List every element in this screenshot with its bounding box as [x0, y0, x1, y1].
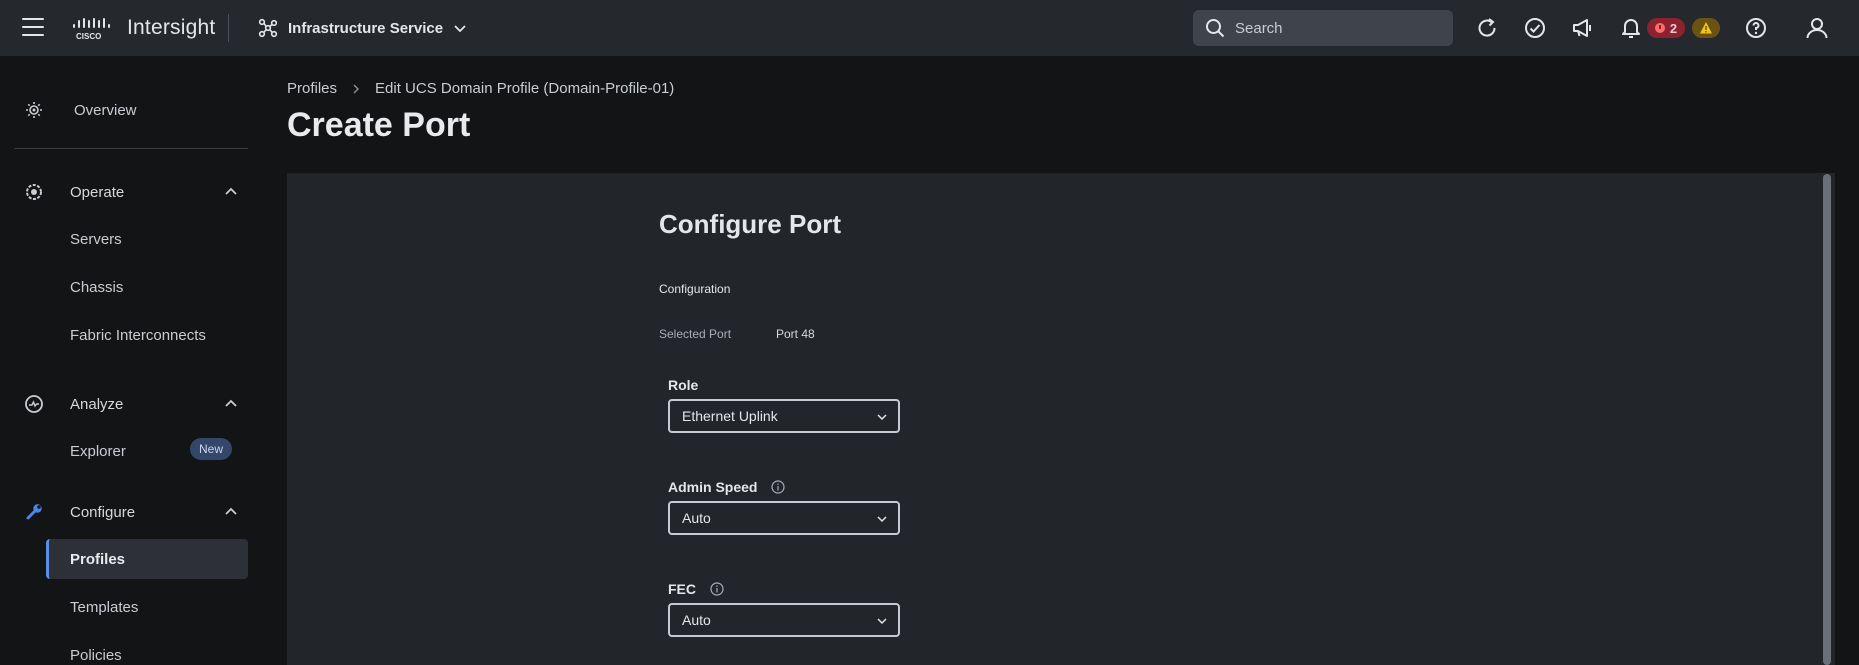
search-input[interactable]: [1235, 10, 1435, 46]
info-icon[interactable]: [771, 480, 786, 494]
top-bar: CISCO Intersight Infrastructure Service: [0, 0, 1859, 56]
sidebar-item-servers[interactable]: Servers: [46, 219, 248, 259]
critical-alarms-badge[interactable]: 2: [1647, 18, 1685, 38]
search-box[interactable]: [1193, 10, 1453, 46]
svg-text:CISCO: CISCO: [76, 32, 101, 40]
scrollbar-thumb[interactable]: [1823, 174, 1831, 665]
operate-icon: [26, 184, 42, 200]
megaphone-icon[interactable]: [1571, 16, 1595, 40]
breadcrumb-edit-domain-profile[interactable]: Edit UCS Domain Profile (Domain-Profile-…: [375, 80, 674, 97]
scrollbar[interactable]: [1823, 174, 1831, 665]
fec-label: FEC: [668, 581, 724, 597]
sidebar: Overview Operate Servers Chassis Fabric …: [0, 56, 260, 665]
breadcrumb-profiles[interactable]: Profiles: [287, 80, 337, 97]
sidebar-section-label: Configure: [70, 503, 136, 521]
warning-alarms-badge[interactable]: [1692, 18, 1720, 38]
sidebar-section-analyze[interactable]: Analyze: [0, 384, 260, 424]
role-label: Role: [668, 377, 698, 393]
chevron-up-icon: [225, 187, 237, 195]
configure-port-panel: [287, 173, 1835, 665]
search-icon: [1206, 19, 1225, 38]
sidebar-item-templates[interactable]: Templates: [46, 587, 248, 627]
chevron-down-icon: [877, 516, 887, 523]
sidebar-item-overview[interactable]: Overview: [0, 90, 260, 130]
check-circle-icon[interactable]: [1523, 16, 1547, 40]
chevron-up-icon: [225, 507, 237, 515]
admin-speed-label-text: Admin Speed: [668, 479, 758, 495]
cisco-logo: CISCO: [73, 18, 110, 40]
chevron-down-icon: [454, 25, 466, 33]
admin-speed-value: Auto: [682, 510, 711, 526]
network-icon: [258, 18, 278, 38]
role-value: Ethernet Uplink: [682, 408, 778, 424]
chevron-right-icon: [353, 84, 360, 93]
selected-port-label: Selected Port: [659, 327, 732, 341]
role-select[interactable]: Ethernet Uplink: [668, 399, 900, 433]
sidebar-item-policies[interactable]: Policies: [46, 635, 248, 665]
chevron-down-icon: [877, 618, 887, 625]
breadcrumb: Profiles Edit UCS Domain Profile (Domain…: [287, 80, 674, 97]
sidebar-section-label: Operate: [70, 183, 125, 201]
fec-value: Auto: [682, 612, 711, 628]
user-icon[interactable]: [1805, 16, 1829, 40]
bell-icon[interactable]: [1619, 16, 1643, 40]
configure-icon: [26, 504, 42, 520]
warning-icon: [1700, 22, 1712, 34]
new-badge: New: [190, 438, 232, 460]
critical-icon: [1654, 23, 1665, 33]
refresh-icon[interactable]: [1475, 16, 1499, 40]
fec-select[interactable]: Auto: [668, 603, 900, 637]
brand-name: Intersight: [127, 16, 216, 39]
sidebar-divider: [14, 148, 248, 149]
chevron-down-icon: [877, 414, 887, 421]
info-icon[interactable]: [710, 582, 724, 596]
sidebar-item-chassis[interactable]: Chassis: [46, 267, 248, 307]
fec-label-text: FEC: [668, 581, 696, 597]
analyze-icon: [25, 395, 43, 413]
sidebar-item-fabric-interconnects[interactable]: Fabric Interconnects: [46, 315, 248, 355]
admin-speed-label: Admin Speed: [668, 479, 786, 495]
overview-icon: [26, 102, 42, 118]
section-heading: Configuration: [659, 282, 731, 296]
help-icon[interactable]: [1744, 16, 1768, 40]
sidebar-item-label: Explorer: [70, 442, 126, 460]
selected-port-value: Port 48: [776, 327, 815, 341]
service-selector[interactable]: Infrastructure Service: [258, 14, 467, 42]
menu-icon[interactable]: [22, 18, 44, 36]
admin-speed-select[interactable]: Auto: [668, 501, 900, 535]
chevron-up-icon: [225, 399, 237, 407]
role-label-text: Role: [668, 377, 699, 393]
sidebar-section-operate[interactable]: Operate: [0, 172, 260, 212]
form-title: Configure Port: [659, 209, 841, 239]
header-divider: [228, 14, 229, 42]
service-label: Infrastructure Service: [288, 19, 444, 37]
sidebar-item-profiles[interactable]: Profiles: [46, 539, 248, 579]
sidebar-item-label: Overview: [74, 101, 137, 119]
sidebar-section-configure[interactable]: Configure: [0, 492, 260, 532]
sidebar-section-label: Analyze: [70, 395, 124, 413]
critical-count: 2: [1669, 20, 1678, 36]
page-title: Create Port: [287, 106, 471, 144]
